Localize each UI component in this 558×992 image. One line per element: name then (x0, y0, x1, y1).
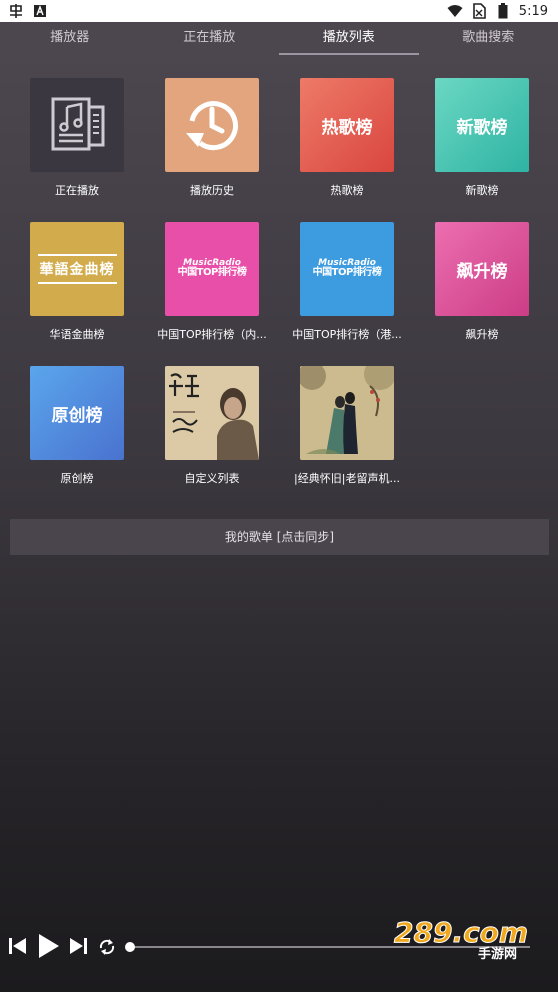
music-radio-cover: MusicRadio 中国TOP排行榜 (300, 222, 394, 316)
site-watermark: 289.com 手游网 (392, 912, 542, 963)
tile-play-history[interactable]: 播放历史 (165, 78, 259, 198)
status-time: 5:19 (518, 3, 548, 19)
tile-label: 新歌榜 (465, 184, 499, 197)
tile-hot-songs[interactable]: 热歌榜 热歌榜 (300, 78, 394, 198)
tile-chinese-golden[interactable]: 華語金曲榜 华语金曲榜 (30, 222, 124, 342)
wifi-icon (447, 3, 463, 19)
repeat-icon[interactable] (97, 937, 117, 961)
music-doc-icon (30, 78, 124, 172)
tile-china-top-mainland[interactable]: MusicRadio 中国TOP排行榜 中国TOP排行榜（内... (157, 222, 267, 342)
rising-cover: 飙升榜 (435, 222, 529, 316)
a-badge-icon (32, 3, 48, 19)
tile-label: 自定义列表 (184, 472, 240, 485)
original-cover: 原创榜 (30, 366, 124, 460)
tile-label: 飙升榜 (465, 328, 499, 341)
tile-label: 华语金曲榜 (49, 328, 105, 341)
tile-label: 原创榜 (60, 472, 94, 485)
previous-icon[interactable] (8, 936, 28, 960)
tile-rising[interactable]: 飙升榜 飙升榜 (435, 222, 529, 342)
my-playlists-sync-button[interactable]: 我的歌单 [点击同步] (10, 519, 549, 555)
album-cover-painting (300, 366, 394, 460)
tile-label: |经典怀旧|老留声机... (294, 472, 400, 485)
tile-china-top-hk[interactable]: MusicRadio 中国TOP排行榜 中国TOP排行榜（港... (292, 222, 402, 342)
tile-classic-nostalgia[interactable]: |经典怀旧|老留声机... (294, 366, 400, 486)
chinese-golden-cover: 華語金曲榜 (30, 222, 124, 316)
album-cover-portrait (165, 366, 259, 460)
app-notification-icon (8, 3, 24, 19)
tile-original[interactable]: 原创榜 原创榜 (30, 366, 124, 486)
tab-bar: 播放器 正在播放 播放列表 歌曲搜索 (0, 22, 558, 55)
tab-playlist[interactable]: 播放列表 (279, 22, 419, 55)
history-clock-icon (165, 78, 259, 172)
watermark-text: 289.com (394, 916, 528, 949)
play-icon[interactable] (38, 933, 60, 963)
tile-label: 播放历史 (190, 184, 234, 197)
tile-label: 中国TOP排行榜（内... (157, 328, 267, 341)
tab-now-playing[interactable]: 正在播放 (140, 22, 280, 55)
battery-icon (495, 3, 511, 19)
tile-label: 正在播放 (55, 184, 99, 197)
tab-song-search[interactable]: 歌曲搜索 (419, 22, 558, 55)
next-icon[interactable] (68, 936, 88, 960)
status-bar: 5:19 (0, 0, 558, 22)
hot-songs-cover: 热歌榜 (300, 78, 394, 172)
music-radio-cover: MusicRadio 中国TOP排行榜 (165, 222, 259, 316)
tile-new-songs[interactable]: 新歌榜 新歌榜 (435, 78, 529, 198)
no-sim-icon (471, 3, 487, 19)
tile-now-playing[interactable]: 正在播放 (30, 78, 124, 198)
tile-custom-list[interactable]: 自定义列表 (165, 366, 259, 486)
tile-label: 中国TOP排行榜（港... (292, 328, 402, 341)
new-songs-cover: 新歌榜 (435, 78, 529, 172)
tab-player[interactable]: 播放器 (0, 22, 140, 55)
tile-label: 热歌榜 (330, 184, 364, 197)
progress-handle[interactable] (125, 942, 135, 952)
watermark-subtext: 手游网 (478, 946, 517, 962)
